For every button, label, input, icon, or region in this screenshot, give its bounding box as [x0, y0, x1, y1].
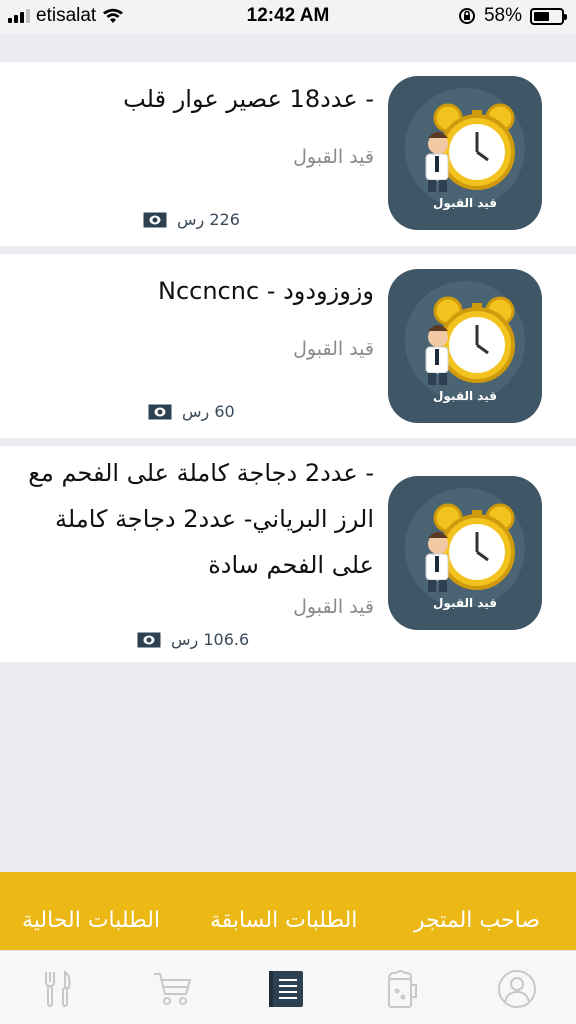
money-icon: [148, 404, 172, 419]
status-bar: etisalat 12:42 AM 58%: [0, 0, 576, 34]
order-title: - عدد18 عصير عوار قلب: [123, 85, 374, 113]
thumb-label: قيد القبول: [433, 196, 497, 210]
order-price: 226 رس: [143, 210, 240, 229]
order-thumbnail: قيد القبول: [388, 76, 542, 230]
price-text: 106.6 رس: [171, 630, 250, 649]
money-icon: [137, 632, 161, 647]
cart-icon: [154, 973, 192, 1005]
status-right: 58%: [458, 5, 567, 27]
order-price: 60 رس: [148, 402, 235, 421]
order-title: وزوزودود - Nccncnc: [158, 277, 374, 305]
tab-previous-orders[interactable]: الطلبات السابقة: [210, 908, 357, 933]
order-card[interactable]: قيد القبول وزوزودود - Nccncnc قيد القبول…: [0, 254, 576, 438]
order-status: قيد القبول: [293, 146, 374, 168]
order-title: - عدد2 دجاجة كاملة على الفحم مع الرز الب…: [28, 459, 374, 579]
battery-level: [534, 11, 550, 21]
orders-list-icon: [269, 971, 303, 1007]
order-card[interactable]: قيد القبول - عدد18 عصير عوار قلب قيد الق…: [0, 62, 576, 246]
order-price: 106.6 رس: [137, 630, 249, 649]
nav-drinks[interactable]: [380, 967, 424, 1011]
order-thumbnail: قيد القبول: [388, 269, 542, 423]
tab-store-owner[interactable]: صاحب المتجر: [414, 908, 540, 933]
orders-list: قيد القبول - عدد18 عصير عوار قلب قيد الق…: [0, 62, 576, 670]
order-status: قيد القبول: [293, 338, 374, 360]
drink-icon: [388, 970, 417, 1008]
thumb-label: قيد القبول: [433, 596, 497, 610]
battery-percent: 58%: [483, 5, 522, 26]
price-text: 226 رس: [177, 210, 240, 229]
nav-orders[interactable]: [265, 967, 309, 1011]
money-icon: [143, 212, 167, 227]
order-card[interactable]: قيد القبول - عدد2 دجاجة كاملة على الفحم …: [0, 446, 576, 662]
thumb-label: قيد القبول: [433, 389, 497, 403]
nav-profile[interactable]: [495, 967, 539, 1011]
price-text: 60 رس: [182, 402, 235, 421]
nav-cart[interactable]: [150, 967, 194, 1011]
profile-icon: [498, 970, 536, 1008]
order-status: قيد القبول: [293, 596, 374, 618]
orders-tab-strip: صاحب المتجر الطلبات السابقة الطلبات الحا…: [0, 872, 576, 950]
nav-restaurant[interactable]: [35, 967, 79, 1011]
battery-icon: [530, 7, 567, 25]
rotation-lock-icon: [458, 8, 475, 24]
bottom-nav: [0, 950, 576, 1024]
tab-current-orders[interactable]: الطلبات الحالية: [22, 908, 160, 933]
restaurant-icon: [45, 970, 71, 1007]
order-thumbnail: قيد القبول: [388, 476, 542, 630]
